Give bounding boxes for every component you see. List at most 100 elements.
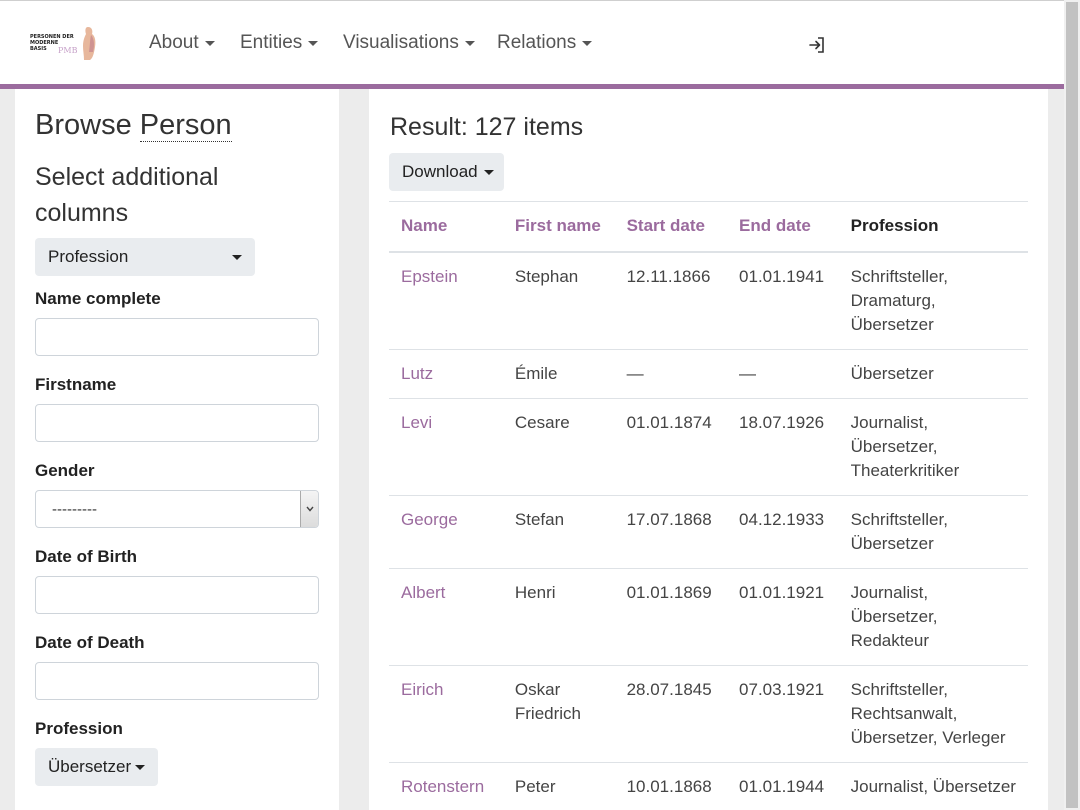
- person-link[interactable]: Lutz: [401, 364, 433, 383]
- gender-label: Gender: [35, 461, 95, 480]
- person-link[interactable]: Albert: [401, 583, 445, 602]
- date-of-birth-label: Date of Birth: [35, 547, 137, 566]
- profession-line: Übersetzer: [850, 533, 934, 553]
- cell-end-date: 07.03.1921: [727, 665, 839, 763]
- cell-end-date: 04.12.1933: [727, 495, 839, 569]
- columns-dropdown-button[interactable]: Profession: [35, 238, 255, 276]
- sign-in-icon[interactable]: [807, 35, 827, 55]
- profession-line: Schriftsteller,: [850, 679, 948, 699]
- cell-name: Eirich: [389, 665, 503, 763]
- date-of-death-label: Date of Death: [35, 633, 145, 652]
- caret-down-icon: [582, 40, 593, 46]
- table-row: Albert Henri 01.01.1869 01.01.1921 Journ…: [389, 568, 1028, 666]
- name-complete-label: Name complete: [35, 289, 161, 308]
- column-header-start-date[interactable]: Start date: [614, 201, 728, 253]
- cell-start-date: 01.01.1874: [614, 398, 728, 496]
- profession-line: Übersetzer: [850, 314, 934, 334]
- name-complete-input[interactable]: [35, 318, 319, 356]
- cell-end-date: 18.07.1926: [727, 398, 839, 496]
- cell-name: Rotenstern: [389, 762, 503, 810]
- person-link[interactable]: George: [401, 510, 458, 529]
- cell-first-name: Henri: [502, 568, 615, 666]
- results-panel: Result: 127 items Download Name First na…: [369, 89, 1048, 810]
- table-row: Levi Cesare 01.01.1874 18.07.1926 Journa…: [389, 398, 1028, 496]
- person-link[interactable]: Levi: [401, 413, 432, 432]
- table-row: Lutz Émile — — Übersetzer: [389, 349, 1028, 399]
- cell-name: Levi: [389, 398, 503, 496]
- profession-line: Schriftsteller,: [850, 266, 948, 286]
- logo-figure-icon: [83, 27, 96, 60]
- date-of-birth-input[interactable]: [35, 576, 319, 614]
- download-button[interactable]: Download: [389, 153, 504, 191]
- nav-relations-label: Relations: [497, 32, 577, 53]
- columns-dropdown-label: Profession: [48, 247, 129, 266]
- profession-line: Schriftsteller,: [850, 509, 948, 529]
- cell-start-date: 28.07.1845: [614, 665, 728, 763]
- cell-end-date: 01.01.1921: [727, 568, 839, 666]
- person-link[interactable]: Eirich: [401, 680, 444, 699]
- cell-profession: Schriftsteller, Dramaturg, Übersetzer: [838, 251, 1028, 350]
- person-link[interactable]: Rotenstern: [401, 777, 484, 796]
- profession-line: Journalist, Übersetzer: [850, 776, 1016, 796]
- cell-first-name: Émile: [502, 349, 615, 399]
- results-table: Name First name Start date End date Prof…: [389, 201, 1028, 810]
- cell-profession: Journalist, Übersetzer, Theaterkritiker: [838, 398, 1028, 496]
- cell-start-date: 10.01.1868: [614, 762, 728, 810]
- nav-about-label: About: [149, 32, 199, 53]
- cell-profession: Journalist, Übersetzer: [838, 762, 1028, 810]
- gender-select[interactable]: ---------: [35, 490, 319, 528]
- column-header-end-date[interactable]: End date: [727, 201, 839, 253]
- caret-down-icon: [483, 169, 494, 175]
- columns-subtitle: Select additional columns: [35, 163, 219, 227]
- column-header-first-name[interactable]: First name: [502, 201, 615, 253]
- profession-line: Übersetzer: [850, 363, 934, 383]
- page-title: Browse Person: [35, 109, 232, 142]
- cell-name: George: [389, 495, 503, 569]
- person-link[interactable]: Epstein: [401, 267, 458, 286]
- cell-profession: Schriftsteller, Übersetzer: [838, 495, 1028, 569]
- select-arrow[interactable]: [300, 491, 318, 527]
- pmb-logo[interactable]: PERSONEN DER MODERNE BASIS PMB: [30, 23, 98, 63]
- scrollbar-thumb[interactable]: [1066, 2, 1078, 808]
- profession-line: Dramaturg,: [850, 290, 936, 310]
- table-row: George Stefan 17.07.1868 04.12.1933 Schr…: [389, 495, 1028, 569]
- profession-dropdown-button[interactable]: Übersetzer: [35, 748, 158, 786]
- profession-line: Theaterkritiker: [850, 460, 960, 480]
- cell-start-date: 01.01.1869: [614, 568, 728, 666]
- table-row: Epstein Stephan 12.11.1866 01.01.1941 Sc…: [389, 251, 1028, 350]
- firstname-input[interactable]: [35, 404, 319, 442]
- firstname-label: Firstname: [35, 375, 117, 394]
- profession-line: Übersetzer,: [850, 606, 938, 626]
- cell-first-name: Stephan: [502, 251, 615, 350]
- caret-down-icon: [308, 40, 319, 46]
- cell-name: Lutz: [389, 349, 503, 399]
- cell-start-date: 17.07.1868: [614, 495, 728, 569]
- table-row: Eirich Oskar Friedrich 28.07.1845 07.03.…: [389, 665, 1028, 763]
- cell-profession: Schriftsteller, Rechtsanwalt, Übersetzer, …: [838, 665, 1028, 763]
- profession-line: Rechtsanwalt,: [850, 703, 958, 723]
- nav-visualisations[interactable]: Visualisations: [343, 32, 475, 54]
- cell-first-name: Peter: [502, 762, 615, 810]
- nav-entities[interactable]: Entities: [240, 32, 319, 54]
- cell-name: Albert: [389, 568, 503, 666]
- cell-first-name: Stefan: [502, 495, 615, 569]
- nav-relations[interactable]: Relations: [497, 32, 593, 54]
- page-title-prefix: Browse: [35, 109, 140, 141]
- nav-visualisations-label: Visualisations: [343, 32, 459, 53]
- column-header-name[interactable]: Name: [389, 201, 503, 253]
- profession-line: Übersetzer, Verleger: [850, 727, 1006, 747]
- caret-down-icon: [464, 40, 475, 46]
- caret-down-icon: [232, 254, 242, 260]
- result-count-title: Result: 127 items: [390, 113, 584, 141]
- profession-line: Journalist,: [850, 582, 929, 602]
- caret-down-icon: [135, 764, 145, 770]
- cell-start-date: —: [614, 349, 728, 399]
- table-header-row: Name First name Start date End date Prof…: [389, 201, 1028, 253]
- profession-dropdown-value: Übersetzer: [48, 757, 132, 776]
- cell-start-date: 12.11.1866: [614, 251, 728, 350]
- cell-name: Epstein: [389, 251, 503, 350]
- cell-first-name: Cesare: [502, 398, 615, 496]
- nav-about[interactable]: About: [149, 32, 215, 54]
- caret-down-icon: [204, 40, 215, 46]
- date-of-death-input[interactable]: [35, 662, 319, 700]
